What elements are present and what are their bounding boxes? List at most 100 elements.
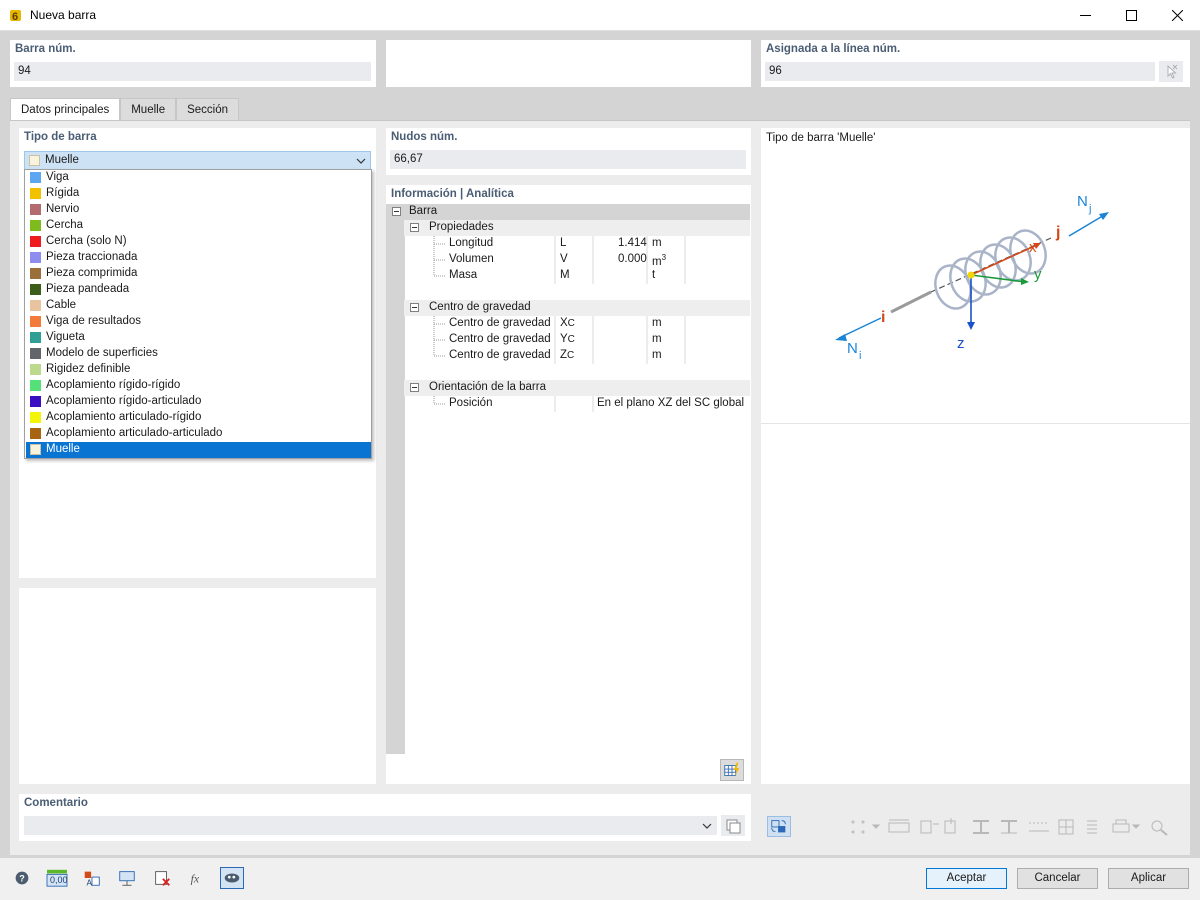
pick-cursor-icon	[1167, 64, 1178, 79]
maximize-button[interactable]	[1108, 0, 1154, 31]
i-section-icon[interactable]	[973, 820, 989, 834]
comentario-input[interactable]	[24, 816, 717, 835]
tipo-option-acop-rr[interactable]: Acoplamiento rígido-rígido	[26, 378, 371, 394]
formula-icon: fx	[191, 872, 200, 886]
color-swatch	[30, 364, 41, 375]
table-lightning-icon	[724, 762, 740, 777]
tree-gutter	[386, 204, 405, 754]
color-swatch	[30, 396, 41, 407]
tipo-option-viga-resultados[interactable]: Viga de resultados	[26, 314, 371, 330]
center-point	[967, 271, 975, 279]
nudos-field[interactable]: 66,67	[390, 150, 746, 169]
tipo-combobox[interactable]: Muelle	[24, 151, 371, 170]
tipo-option-modelo-superficies[interactable]: Modelo de superficies	[26, 346, 371, 362]
help-button[interactable]: ?	[10, 867, 34, 889]
option-label: Viga de resultados	[46, 315, 142, 327]
grid-icon[interactable]	[1058, 819, 1074, 835]
selected-color-swatch	[29, 155, 40, 166]
tab-strip: Datos principales Muelle Sección	[10, 98, 240, 121]
ni-label: N	[847, 340, 858, 357]
node-i-label: i	[881, 309, 885, 326]
tipo-option-pieza-pandeada[interactable]: Pieza pandeada	[26, 282, 371, 298]
view-model-button[interactable]	[115, 867, 139, 889]
tab-seccion[interactable]: Sección	[176, 98, 240, 120]
pick-line-button[interactable]	[1159, 61, 1183, 82]
tree-barra[interactable]: Barra	[386, 204, 750, 220]
tipo-selected-value: Muelle	[45, 154, 79, 166]
minimize-button[interactable]	[1062, 0, 1108, 31]
print-icon[interactable]	[1112, 819, 1141, 833]
z-axis-label: z	[957, 335, 965, 352]
tipo-option-acop-ra[interactable]: Acoplamiento rígido-articulado	[26, 394, 371, 410]
apply-button[interactable]: Aplicar	[1108, 868, 1189, 889]
close-button[interactable]	[1154, 0, 1200, 31]
tipo-option-rigida[interactable]: Rígida	[26, 186, 371, 202]
tipo-option-pieza-traccionada[interactable]: Pieza traccionada	[26, 250, 371, 266]
rendering-button[interactable]	[220, 867, 244, 889]
units-button[interactable]: 0,00	[45, 867, 69, 889]
empty-top-panel	[386, 40, 751, 87]
tipo-option-cable[interactable]: Cable	[26, 298, 371, 314]
tab-datos-principales[interactable]: Datos principales	[10, 98, 121, 121]
tab-muelle[interactable]: Muelle	[120, 98, 177, 120]
show-info-button[interactable]: A	[80, 867, 104, 889]
color-swatch	[30, 444, 41, 455]
x-axis-label: x	[1029, 239, 1037, 256]
svg-text:A: A	[87, 878, 93, 887]
section-add-icon[interactable]	[920, 820, 939, 834]
tipo-option-muelle[interactable]: Muelle	[26, 442, 371, 458]
asignada-panel: Asignada a la línea núm. 96	[761, 40, 1190, 87]
option-label: Acoplamiento rígido-articulado	[46, 395, 202, 407]
option-label: Cercha (solo N)	[46, 235, 127, 247]
nodes-dots-icon[interactable]	[851, 820, 881, 834]
y-axis	[970, 274, 1026, 283]
chevron-down-icon[interactable]	[702, 821, 712, 831]
color-swatch	[30, 332, 41, 343]
numbering-icon[interactable]	[1029, 822, 1049, 832]
barra-number-field[interactable]: 94	[14, 62, 371, 81]
title-bar: 6 Nueva barra	[0, 0, 1200, 31]
svg-text:?: ?	[19, 874, 25, 884]
asignada-line-field[interactable]: 96	[765, 62, 1155, 81]
barra-label: Barra núm.	[15, 43, 76, 55]
delete-selection-button[interactable]	[150, 867, 174, 889]
tipo-option-pieza-comprimida[interactable]: Pieza comprimida	[26, 266, 371, 282]
list-icon[interactable]	[1087, 820, 1097, 834]
comment-copy-button[interactable]	[721, 815, 745, 836]
color-swatch	[30, 220, 41, 231]
option-label: Cercha	[46, 219, 84, 231]
color-swatch	[30, 412, 41, 423]
table-export-button[interactable]	[720, 759, 744, 781]
comentario-label: Comentario	[24, 797, 88, 809]
t-section-icon[interactable]	[1001, 820, 1017, 834]
dimension-icon[interactable]	[888, 819, 910, 833]
option-label: Acoplamiento articulado-rígido	[46, 411, 202, 423]
option-label: Pieza traccionada	[46, 251, 138, 263]
tipo-option-acop-aa[interactable]: Acoplamiento articulado-articulado	[26, 426, 371, 442]
tipo-option-viga[interactable]: Viga	[26, 170, 371, 186]
tipo-option-nervio[interactable]: Nervio	[26, 202, 371, 218]
minimize-icon	[1079, 15, 1091, 16]
tipo-option-cercha-solo-n[interactable]: Cercha (solo N)	[26, 234, 371, 250]
cancel-button[interactable]: Cancelar	[1017, 868, 1098, 889]
maximize-icon	[1125, 10, 1137, 21]
accept-button[interactable]: Aceptar	[926, 868, 1007, 889]
tipo-option-cercha[interactable]: Cercha	[26, 218, 371, 234]
tipo-extra-panel	[19, 588, 376, 784]
collapse-icon[interactable]	[392, 207, 401, 216]
tipo-option-rigidez-definible[interactable]: Rigidez definible	[26, 362, 371, 378]
tipo-option-vigueta[interactable]: Vigueta	[26, 330, 371, 346]
sync-view-button[interactable]	[767, 816, 791, 837]
section-left-icon[interactable]	[944, 818, 956, 834]
formula-button[interactable]: fx	[185, 867, 209, 889]
y-axis-label: y	[1034, 266, 1042, 283]
color-swatch	[30, 252, 41, 263]
nudos-label: Nudos núm.	[391, 131, 458, 143]
tipo-label: Tipo de barra	[24, 131, 97, 143]
option-label: Pieza pandeada	[46, 283, 130, 295]
option-label: Acoplamiento rígido-rígido	[46, 379, 181, 391]
asignada-label: Asignada a la línea núm.	[766, 43, 901, 55]
option-label: Muelle	[46, 443, 80, 455]
view-settings-icon[interactable]	[1151, 820, 1168, 836]
tipo-option-acop-ar[interactable]: Acoplamiento articulado-rígido	[26, 410, 371, 426]
